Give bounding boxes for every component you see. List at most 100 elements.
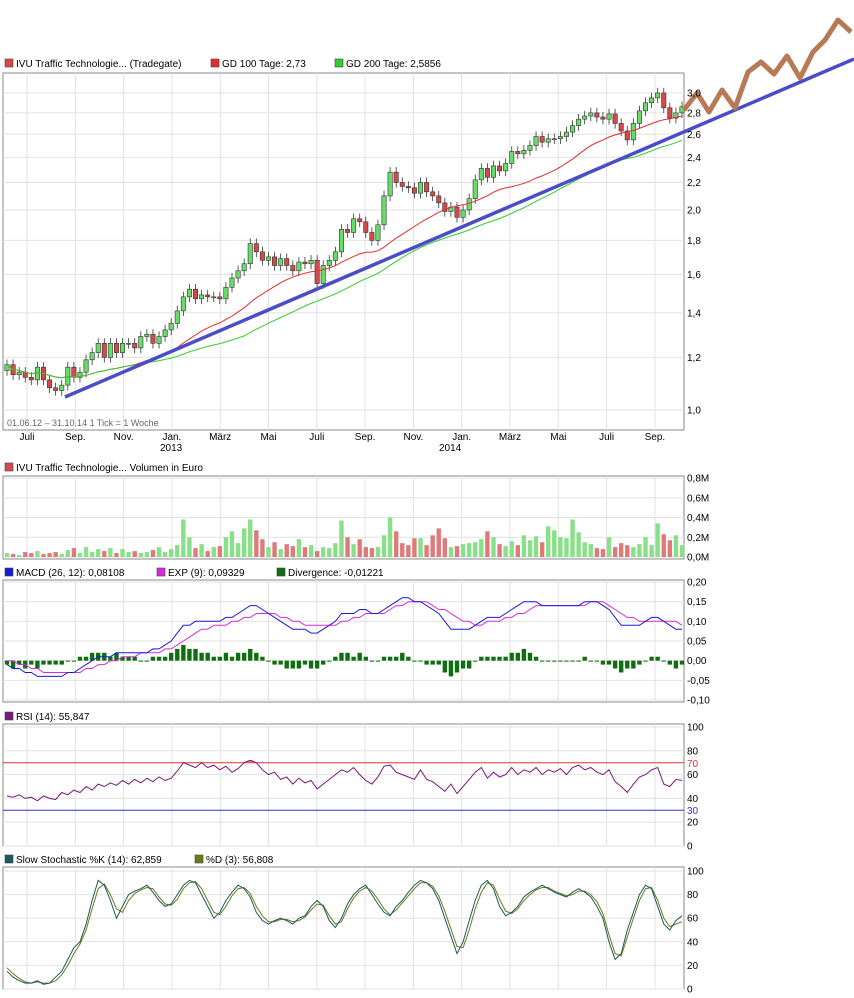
volume-bar [266, 547, 271, 557]
price-y-tick: 1,0 [687, 406, 701, 417]
candle [490, 165, 496, 178]
volume-bar [169, 549, 174, 557]
volume-bar [162, 552, 168, 557]
volume-bar [546, 526, 551, 557]
candle [247, 243, 253, 265]
divergence-bar [430, 660, 435, 665]
volume-bar [29, 553, 34, 557]
candle [582, 115, 588, 120]
candle [16, 371, 22, 376]
volume-bar [649, 545, 654, 557]
divergence-bar [619, 660, 624, 673]
volume-y-tick: 0,0M [687, 553, 709, 564]
divergence-bar [47, 660, 52, 665]
price-y-axis: 3,0 2,8 2,6 2,4 2,2 2,0 1,8 1,6 1,4 1,2 1,0 [687, 89, 701, 417]
volume-bar [637, 544, 642, 557]
volume-bar [302, 547, 308, 557]
volume-bar [679, 545, 685, 557]
divergence-bar [515, 652, 520, 661]
divergence-bar [156, 656, 162, 661]
candle [399, 182, 405, 187]
candle [363, 221, 369, 233]
candle [545, 138, 551, 143]
legend-macd: MACD (26, 12): 0,08108 [16, 568, 125, 579]
candle [120, 343, 126, 353]
candle [655, 92, 661, 99]
divergence-bar [65, 660, 70, 662]
rsi-y-tick: 60 [687, 770, 699, 781]
candle [478, 168, 484, 181]
legend-stock: IVU Traffic Technologie... (Tradegate) [16, 59, 181, 70]
divergence-bar [248, 648, 253, 661]
rsi-legend: RSI (14): 55,847 [4, 711, 90, 723]
divergence-bar [205, 652, 210, 661]
volume-bar [412, 538, 417, 557]
price-y-tick: 2,6 [687, 130, 701, 141]
volume-bar [436, 528, 441, 557]
volume-bar [41, 554, 46, 557]
volume-bar [625, 545, 630, 557]
volume-bar [460, 544, 466, 557]
volume-bar [193, 548, 198, 557]
candle [503, 163, 509, 172]
volume-bar [308, 545, 314, 557]
x-tick-label: Juli [309, 432, 324, 443]
divergence-bar [321, 660, 326, 665]
divergence-bar [35, 660, 40, 669]
volume-y-tick: 0,8M [687, 474, 709, 485]
candle [387, 171, 393, 197]
rsi-y-axis: 100 80 60 40 20 0 [687, 723, 704, 853]
macd-y-tick: 0,15 [687, 597, 707, 608]
volume-bar [369, 548, 375, 557]
volume-bar [102, 551, 107, 557]
candle [205, 294, 211, 298]
divergence-bar [527, 652, 533, 661]
volume-bar [223, 537, 229, 557]
volume-y-tick: 0,6M [687, 493, 709, 504]
volume-bar [314, 551, 320, 557]
candle [284, 258, 290, 266]
stoch-y-tick: 40 [687, 937, 699, 948]
divergence-bar [460, 660, 466, 669]
divergence-bar [454, 660, 460, 673]
candle [278, 258, 284, 266]
candle [186, 288, 192, 298]
legend-rsi: RSI (14): 55,847 [16, 712, 90, 723]
divergence-bar [412, 660, 417, 662]
price-y-tick: 2,0 [687, 205, 701, 216]
candle [630, 123, 636, 141]
divergence-bar [278, 660, 283, 665]
candle [618, 123, 624, 132]
legend-gd100: GD 100 Tage: 2,73 [222, 59, 306, 70]
price-y-tick: 1,8 [687, 236, 701, 247]
volume-bar [229, 531, 235, 557]
volume-bar [673, 535, 679, 557]
candle [612, 113, 618, 124]
candle [533, 136, 539, 146]
candle [320, 265, 326, 284]
volume-bar [521, 535, 527, 557]
divergence-bar [4, 660, 10, 665]
divergence-bar [333, 656, 338, 661]
legend-swatch-gd200 [334, 58, 344, 68]
candle [193, 288, 199, 300]
volume-bar [150, 550, 156, 557]
stoch-y-tick: 60 [687, 914, 699, 925]
stoch-y-tick: 100 [687, 867, 704, 878]
volume-bar [35, 551, 40, 557]
candle [454, 206, 460, 218]
rsi-lower-label: 30 [687, 806, 699, 817]
volume-bar [71, 548, 77, 557]
candle [436, 195, 442, 204]
volume-bar [175, 545, 180, 557]
candle [570, 125, 576, 133]
divergence-bar [612, 660, 618, 669]
volume-bar [339, 520, 344, 557]
candle [95, 343, 101, 353]
stoch-y-tick: 20 [687, 961, 699, 972]
x-tick-label: Mai [260, 432, 276, 443]
volume-bar [454, 546, 460, 557]
candle [497, 165, 503, 172]
divergence-bar [77, 656, 83, 661]
candle [308, 260, 314, 265]
